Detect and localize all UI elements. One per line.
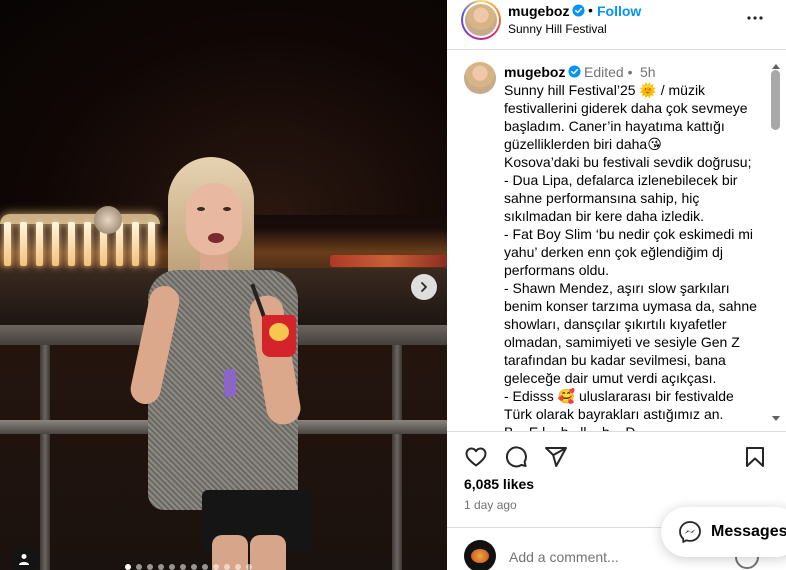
carousel-dots: [125, 564, 252, 570]
caption-line: B... E l... b...ll... b... D...: [504, 423, 758, 431]
post-side-panel: mugeboz • Follow Sunny Hill Festival mug…: [447, 0, 786, 570]
more-options-button[interactable]: [745, 8, 765, 28]
author-avatar[interactable]: [461, 0, 501, 40]
likes-count[interactable]: 6,085 likes: [464, 476, 534, 492]
post-date[interactable]: 1 day ago: [464, 498, 517, 512]
railing-post: [40, 345, 50, 570]
edited-label: Edited •: [584, 64, 633, 80]
comment-icon: [505, 446, 527, 468]
more-icon: [747, 16, 763, 20]
bookmark-icon: [746, 447, 764, 467]
caption-text: Sunny hill Festival’25 🌞 / müzik festival…: [504, 81, 758, 431]
stage-lights: [0, 222, 160, 268]
carousel-dot: [202, 564, 208, 570]
caption-line: - Edisss 🥰 uluslararası bir festivalde: [504, 388, 734, 404]
carousel-dot: [213, 564, 219, 570]
post-header: mugeboz • Follow Sunny Hill Festival: [447, 0, 786, 50]
caption-line: sıkılmadan bir kere daha izledik.: [504, 208, 704, 224]
caption-line: - Fat Boy Slim ‘bu nedir çok eskimedi mi: [504, 226, 753, 242]
caption-line: geleceğe dair umut verdi açıkçası.: [504, 370, 717, 386]
location-link[interactable]: Sunny Hill Festival: [508, 22, 607, 36]
festival-sign: [94, 206, 122, 234]
scroll-thumb[interactable]: [771, 70, 780, 130]
carousel-dot: [246, 564, 252, 570]
tagged-people-button[interactable]: [10, 545, 38, 570]
scroll-down-arrow[interactable]: [772, 416, 780, 421]
caption-line: yahu’ derken enn çok eğlendiğim dj: [504, 244, 723, 260]
post-time[interactable]: 5h: [640, 64, 656, 80]
caption-line: başladım. Caner’in hayatıma kattığı: [504, 118, 725, 134]
carousel-dot: [136, 564, 142, 570]
comments-scrollbar[interactable]: [769, 64, 783, 426]
carousel-dot: [235, 564, 241, 570]
share-icon: [545, 447, 567, 467]
caption-line: Kosova’daki bu festivali sevdik doğrusu;: [504, 154, 752, 170]
next-slide-button[interactable]: [411, 274, 437, 300]
save-button[interactable]: [742, 444, 768, 470]
person-figure: [127, 155, 320, 570]
carousel-dot: [125, 564, 131, 570]
person-tag-icon: [19, 554, 29, 565]
chevron-right-icon: [421, 282, 427, 292]
caption-line: sahne performansına sahip, hiç: [504, 190, 700, 206]
caption-line: performans oldu.: [504, 262, 610, 278]
action-bar: [447, 431, 786, 479]
caption-line: benim konser tarzıma uymasa da, sahne: [504, 298, 757, 314]
verified-icon: [572, 4, 585, 17]
red-lights: [330, 255, 447, 267]
railing-post: [392, 345, 402, 570]
heart-icon: [465, 447, 487, 467]
caption-line: - Shawn Mendez, aşırı slow şarkıları: [504, 280, 730, 296]
messages-label: Messages: [711, 523, 786, 540]
messages-button[interactable]: Messages: [661, 507, 786, 557]
caption-line: Sunny hill Festival’25 🌞 / müzik: [504, 82, 706, 98]
caption-line: Türk olarak bayrakları astığımız an.: [504, 406, 724, 422]
like-button[interactable]: [463, 444, 489, 470]
caption-line: tarafından bu kadar sevilmesi, bana: [504, 352, 726, 368]
caption-username[interactable]: mugeboz: [504, 64, 565, 80]
verified-icon: [568, 65, 581, 78]
scroll-up-arrow[interactable]: [772, 64, 780, 69]
carousel-dot: [224, 564, 230, 570]
caption-line: olmadan, samimiyeti ve sesiyle Gen Z: [504, 334, 740, 350]
caption-line: - Dua Lipa, defalarca izlenebilecek bir: [504, 172, 738, 188]
messenger-icon: [679, 521, 701, 543]
separator-dot: •: [588, 2, 593, 18]
caption-avatar[interactable]: [464, 62, 496, 94]
share-button[interactable]: [543, 444, 569, 470]
follow-button[interactable]: Follow: [597, 3, 641, 19]
caption-line: showları, dansçılar şıkırtılı kıyafetler: [504, 316, 727, 332]
caption-line: güzelliklerden biri daha😘: [504, 136, 662, 152]
current-user-avatar[interactable]: [464, 540, 496, 570]
carousel-dot: [158, 564, 164, 570]
carousel-dot: [191, 564, 197, 570]
carousel-dot: [180, 564, 186, 570]
author-username[interactable]: mugeboz: [508, 3, 569, 19]
carousel-dot: [147, 564, 153, 570]
caption-line: festivallerini giderek daha çok sevmeye: [504, 100, 748, 116]
comments-area[interactable]: mugeboz Edited • 5h Sunny hill Festival’…: [447, 51, 786, 431]
post-photo[interactable]: [0, 0, 447, 570]
carousel-dot: [169, 564, 175, 570]
comment-button[interactable]: [503, 444, 529, 470]
